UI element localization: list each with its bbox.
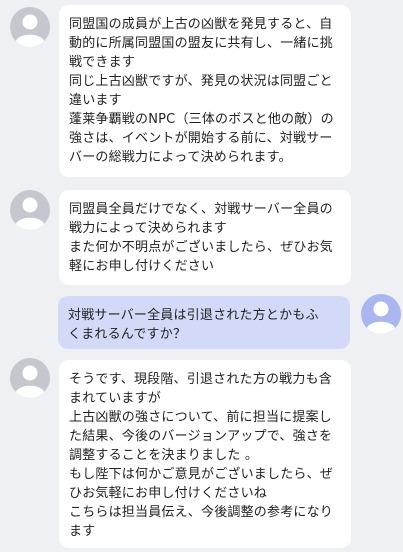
message-line: また何か不明点がございましたら、ぜひお気 xyxy=(69,240,334,255)
user-avatar-icon xyxy=(361,294,401,334)
message-line: ひお気軽にお申し付けくださいね xyxy=(69,486,268,501)
message-line: くまれるんですか？ xyxy=(68,327,187,342)
message-line: 上古凶獣の強さについて、前に担当に提案し xyxy=(69,410,332,425)
message-line: もし陛下は何かご意見がございましたら、ぜ xyxy=(69,467,334,482)
user-message-bubble: 対戦サーバー全員は引退された方とかもふ くまれるんですか？ xyxy=(58,296,350,349)
message-line: まれていますが xyxy=(69,391,162,406)
message-line: 同盟員全員だけでなく、対戦サーバー全員の xyxy=(69,202,333,217)
message-line: 動的に所属同盟国の盟友に共有し、一緒に挑 xyxy=(69,36,334,51)
agent-message-bubble: 同盟国の成員が上古の凶獣を発見すると、自 動的に所属同盟国の盟友に共有し、一緒に… xyxy=(59,5,351,177)
message-line: ます xyxy=(69,524,96,539)
message-line: そうです、現段階、引退された方の戦力も含 xyxy=(69,372,332,387)
message-line: 同盟国の成員が上古の凶獣を発見すると、自 xyxy=(69,17,333,32)
chat-thread[interactable]: 同盟国の成員が上古の凶獣を発見すると、自 動的に所属同盟国の盟友に共有し、一緒に… xyxy=(0,0,403,552)
agent-message-bubble: そうです、現段階、引退された方の戦力も含 まれていますが 上古凶獣の強さについて… xyxy=(59,360,351,548)
message-line: 調整することを決まりました 。 xyxy=(69,448,259,463)
message-line: 戦できます xyxy=(69,55,136,70)
message-line: た結果、今後のバージョンアップで、強さを xyxy=(69,429,333,444)
agent-avatar-icon xyxy=(10,190,50,230)
agent-avatar-icon xyxy=(10,358,50,398)
message-line: 違います xyxy=(69,93,122,108)
message-line: 戦力によって決められます xyxy=(69,221,228,236)
message-line: 同じ上古凶獣ですが、発見の状況は同盟ごと xyxy=(69,74,333,89)
message-line: 強さは、イベントが開始する前に、対戦サー xyxy=(69,131,333,146)
message-line: 軽にお申し付けください xyxy=(69,259,215,274)
message-line: 蓬莱争覇戦のNPC（三体のボスと他の敵）の xyxy=(69,112,334,127)
message-line: こちらは担当員伝え、今後調整の参考になり xyxy=(69,505,334,520)
agent-message-bubble: 同盟員全員だけでなく、対戦サーバー全員の 戦力によって決められます また何か不明… xyxy=(59,190,351,285)
message-line: バーの総戦力によって決められます。 xyxy=(69,150,292,165)
message-line: 対戦サーバー全員は引退された方とかもふ xyxy=(68,308,319,323)
agent-avatar-icon xyxy=(10,7,50,47)
